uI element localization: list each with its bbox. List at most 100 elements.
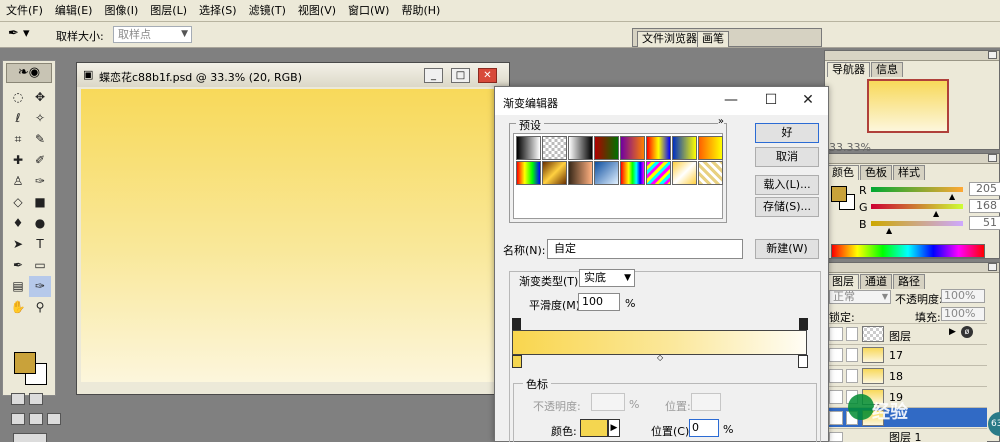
gradient-preset-swatch[interactable] [542, 136, 567, 160]
gradient-preset-swatch[interactable] [698, 136, 723, 160]
tab-info[interactable]: 信息 [871, 62, 903, 77]
tab-styles[interactable]: 样式 [893, 165, 925, 180]
channel-b-slider[interactable] [871, 221, 963, 226]
jump-to-imageready-button[interactable] [13, 433, 47, 442]
layer-row[interactable]: 17 [827, 344, 987, 364]
layer-row[interactable]: 18 [827, 365, 987, 385]
tab-paths[interactable]: 路径 [893, 274, 925, 289]
navigator-thumbnail[interactable] [867, 79, 949, 133]
minimize-button[interactable]: _ [424, 68, 443, 83]
menu-item-7[interactable]: 窗口(W) [342, 0, 395, 22]
gradient-preset-swatch[interactable] [594, 161, 619, 185]
ok-button[interactable]: 好 [755, 123, 819, 143]
gradient-preset-swatch[interactable] [698, 161, 723, 185]
gradient-type-select[interactable]: 实底 ▼ [579, 269, 635, 287]
tab-color[interactable]: 颜色 [827, 165, 859, 180]
maximize-icon[interactable]: ☐ [761, 91, 781, 109]
color-spectrum-bar[interactable] [831, 244, 985, 258]
minimize-icon[interactable]: — [721, 91, 741, 109]
gradient-tool-icon[interactable]: ■ [29, 192, 51, 213]
sample-size-select[interactable]: 取样点 ▼ [113, 26, 192, 43]
close-icon[interactable] [988, 263, 997, 271]
pen-tool-icon[interactable]: ✒ [7, 255, 29, 276]
midpoint-diamond-icon[interactable]: ◇ [657, 353, 663, 362]
magic-wand-tool-icon[interactable]: ✧ [29, 108, 51, 129]
eyedropper-tool-icon[interactable]: ✒ ▾ [8, 26, 38, 44]
menu-item-4[interactable]: 选择(S) [193, 0, 243, 22]
clone-stamp-tool-icon[interactable]: ♙ [7, 171, 29, 192]
channel-r-thumb[interactable]: ▲ [949, 193, 955, 201]
tab-swatches[interactable]: 色板 [860, 165, 892, 180]
channel-g-value[interactable]: 168 [969, 199, 1000, 213]
channel-b-value[interactable]: 51 [969, 216, 1000, 230]
brush-tool-icon[interactable]: ✐ [29, 150, 51, 171]
crop-tool-icon[interactable]: ⌗ [7, 129, 29, 150]
tab-brushes[interactable]: 画笔 [697, 31, 729, 47]
menu-item-5[interactable]: 滤镜(T) [243, 0, 292, 22]
eraser-tool-icon[interactable]: ◇ [7, 192, 29, 213]
blur-tool-icon[interactable]: ♦ [7, 213, 29, 234]
gradient-preset-swatch[interactable] [646, 136, 671, 160]
stop-color-swatch[interactable] [580, 419, 608, 437]
channel-r-value[interactable]: 205 [969, 182, 1000, 196]
layer-row[interactable]: 图层 ▶ ø [827, 323, 987, 343]
history-brush-tool-icon[interactable]: ✑ [29, 171, 51, 192]
quick-mask-mode-button[interactable] [29, 393, 43, 405]
close-icon[interactable] [988, 154, 997, 162]
notes-tool-icon[interactable]: ▤ [7, 276, 29, 297]
menu-item-0[interactable]: 文件(F) [0, 0, 49, 22]
gradient-preset-swatch[interactable] [672, 136, 697, 160]
expand-triangle-icon[interactable]: ▶ [949, 327, 956, 337]
gradient-preset-swatch[interactable] [620, 161, 645, 185]
zoom-tool-icon[interactable]: ⚲ [29, 297, 51, 318]
visibility-toggle[interactable] [829, 348, 843, 362]
gradient-preset-swatch[interactable] [568, 161, 593, 185]
dialog-title-bar[interactable]: 渐变编辑器 — ☐ ✕ [495, 87, 828, 115]
visibility-toggle[interactable] [829, 432, 843, 442]
cancel-button[interactable]: 取消 [755, 147, 819, 167]
color-location-input[interactable]: 0 [689, 419, 719, 437]
eyedropper-tool-icon[interactable]: ✑ [29, 276, 51, 297]
tab-file-browser[interactable]: 文件浏览器 [637, 31, 702, 47]
name-input[interactable]: 自定 [547, 239, 743, 259]
link-toggle[interactable] [846, 348, 858, 362]
opacity-location-input[interactable] [691, 393, 721, 411]
dodge-tool-icon[interactable]: ● [29, 213, 51, 234]
new-button[interactable]: 新建(W) [755, 239, 819, 259]
standard-mode-button[interactable] [11, 393, 25, 405]
gradient-preset-swatch[interactable] [672, 161, 697, 185]
channel-g-thumb[interactable]: ▲ [933, 210, 939, 218]
foreground-color-swatch[interactable] [831, 186, 847, 202]
visibility-toggle[interactable] [829, 369, 843, 383]
opacity-stop-right[interactable] [799, 318, 808, 330]
type-tool-icon[interactable]: T [29, 234, 51, 255]
channel-b-thumb[interactable]: ▲ [886, 227, 892, 235]
close-button[interactable]: ✕ [478, 68, 497, 83]
tab-layers[interactable]: 图层 [827, 274, 859, 289]
screen-mode-standard-button[interactable] [11, 413, 25, 425]
gradient-preset-swatch[interactable] [594, 136, 619, 160]
healing-brush-tool-icon[interactable]: ✚ [7, 150, 29, 171]
menu-item-3[interactable]: 图层(L) [144, 0, 193, 22]
color-stop-right[interactable] [798, 355, 808, 368]
gradient-preset-swatch[interactable] [620, 136, 645, 160]
visibility-toggle[interactable] [829, 327, 843, 341]
photoshop-logo-icon[interactable]: ❧◉ [6, 63, 52, 83]
stop-opacity-input[interactable] [591, 393, 625, 411]
gradient-preset-swatch[interactable] [542, 161, 567, 185]
screen-mode-full-button[interactable] [47, 413, 61, 425]
document-canvas[interactable] [81, 89, 499, 382]
menu-item-6[interactable]: 视图(V) [292, 0, 342, 22]
slice-tool-icon[interactable]: ✎ [29, 129, 51, 150]
color-stop-left[interactable] [512, 355, 522, 368]
load-button[interactable]: 载入(L)... [755, 175, 819, 195]
save-button[interactable]: 存储(S)... [755, 197, 819, 217]
maximize-button[interactable]: □ [451, 68, 470, 83]
lasso-tool-icon[interactable]: ℓ [7, 108, 29, 129]
foreground-color-swatch[interactable] [14, 352, 36, 374]
path-select-tool-icon[interactable]: ➤ [7, 234, 29, 255]
channel-g-slider[interactable] [871, 204, 963, 209]
menu-item-1[interactable]: 编辑(E) [49, 0, 99, 22]
menu-item-8[interactable]: 帮助(H) [395, 0, 446, 22]
document-title-bar[interactable]: ▣ 蝶恋花c88b1f.psd @ 33.3% (20, RGB) _ □ ✕ [77, 63, 509, 87]
